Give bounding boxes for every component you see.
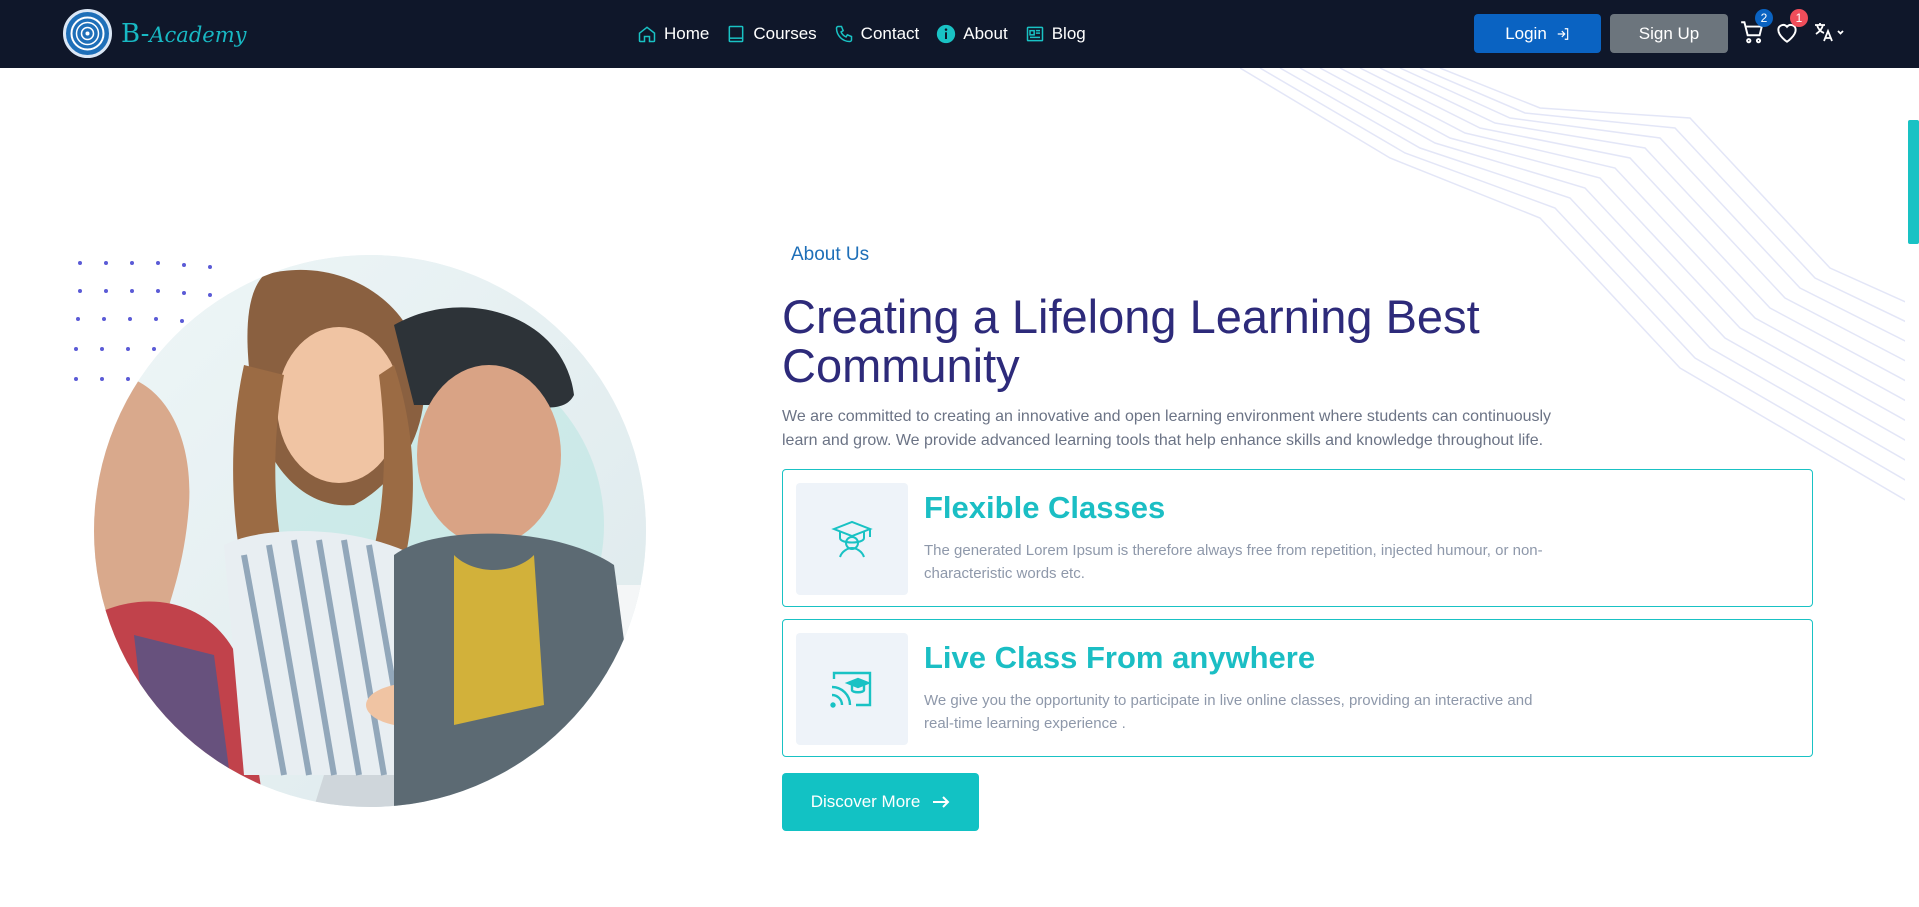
discover-more-label: Discover More bbox=[810, 792, 921, 811]
wishlist-count-badge: 1 bbox=[1790, 9, 1808, 27]
graduate-icon bbox=[831, 520, 873, 558]
top-navbar: B-Academy Home Courses Contact About Blo… bbox=[0, 0, 1919, 68]
language-switcher[interactable] bbox=[1812, 19, 1846, 45]
wishlist-button[interactable]: 1 bbox=[1774, 9, 1808, 45]
feature-title: Flexible Classes bbox=[924, 490, 1166, 525]
feature-text: The generated Lorem Ipsum is therefore a… bbox=[924, 542, 1543, 582]
page-scrollbar-thumb[interactable] bbox=[1908, 120, 1919, 244]
nav-label-home: Home bbox=[664, 24, 710, 43]
nav-label-courses: Courses bbox=[753, 24, 817, 43]
newspaper-icon bbox=[1026, 26, 1043, 42]
feature-icon-box bbox=[796, 633, 908, 745]
info-icon bbox=[937, 24, 956, 44]
brand-name: B-Academy bbox=[121, 19, 246, 49]
book-icon bbox=[728, 25, 744, 43]
feature-card-live-class: Live Class From anywhere We give you the… bbox=[782, 619, 1813, 757]
brand-logo[interactable]: B-Academy bbox=[63, 9, 246, 58]
cast-graduation-icon bbox=[830, 671, 872, 708]
feature-text: We give you the opportunity to participa… bbox=[924, 692, 1533, 732]
arrow-right-icon bbox=[933, 796, 950, 808]
signup-label: Sign Up bbox=[1638, 23, 1700, 43]
nav-item-about[interactable]: About bbox=[936, 24, 1008, 44]
feature-icon-box bbox=[796, 483, 908, 595]
section-title: Creating a Lifelong Learning Best Commun… bbox=[782, 290, 1480, 392]
translate-icon bbox=[1815, 23, 1844, 42]
signup-button[interactable]: Sign Up bbox=[1610, 14, 1728, 53]
login-label: Login bbox=[1505, 23, 1547, 43]
feature-title: Live Class From anywhere bbox=[924, 640, 1316, 675]
nav-item-home[interactable]: Home bbox=[637, 24, 709, 44]
section-description: We are committed to creating an innovati… bbox=[782, 408, 1552, 449]
nav-label-blog: Blog bbox=[1051, 24, 1086, 43]
nav-item-blog[interactable]: Blog bbox=[1025, 24, 1086, 44]
phone-icon bbox=[835, 25, 852, 43]
nav-item-contact[interactable]: Contact bbox=[834, 24, 920, 44]
nav-item-courses[interactable]: Courses bbox=[726, 24, 817, 44]
feature-card-flexible-classes: Flexible Classes The generated Lorem Ips… bbox=[782, 469, 1813, 607]
cart-button[interactable]: 2 bbox=[1739, 9, 1773, 45]
main-nav: Home Courses Contact About Blog bbox=[637, 0, 1086, 68]
brand-name-suffix: Academy bbox=[149, 22, 247, 47]
brand-name-prefix: B- bbox=[121, 18, 150, 49]
students-hero-image bbox=[94, 255, 646, 807]
section-eyebrow: About Us bbox=[791, 244, 870, 265]
sign-in-icon bbox=[1557, 27, 1569, 40]
cart-count-badge: 2 bbox=[1755, 9, 1773, 27]
home-icon bbox=[638, 26, 656, 43]
logo-emblem-icon bbox=[63, 9, 112, 58]
nav-label-contact: Contact bbox=[860, 24, 920, 43]
discover-more-button[interactable]: Discover More bbox=[782, 773, 979, 831]
login-button[interactable]: Login bbox=[1474, 14, 1601, 53]
nav-label-about: About bbox=[963, 24, 1008, 43]
